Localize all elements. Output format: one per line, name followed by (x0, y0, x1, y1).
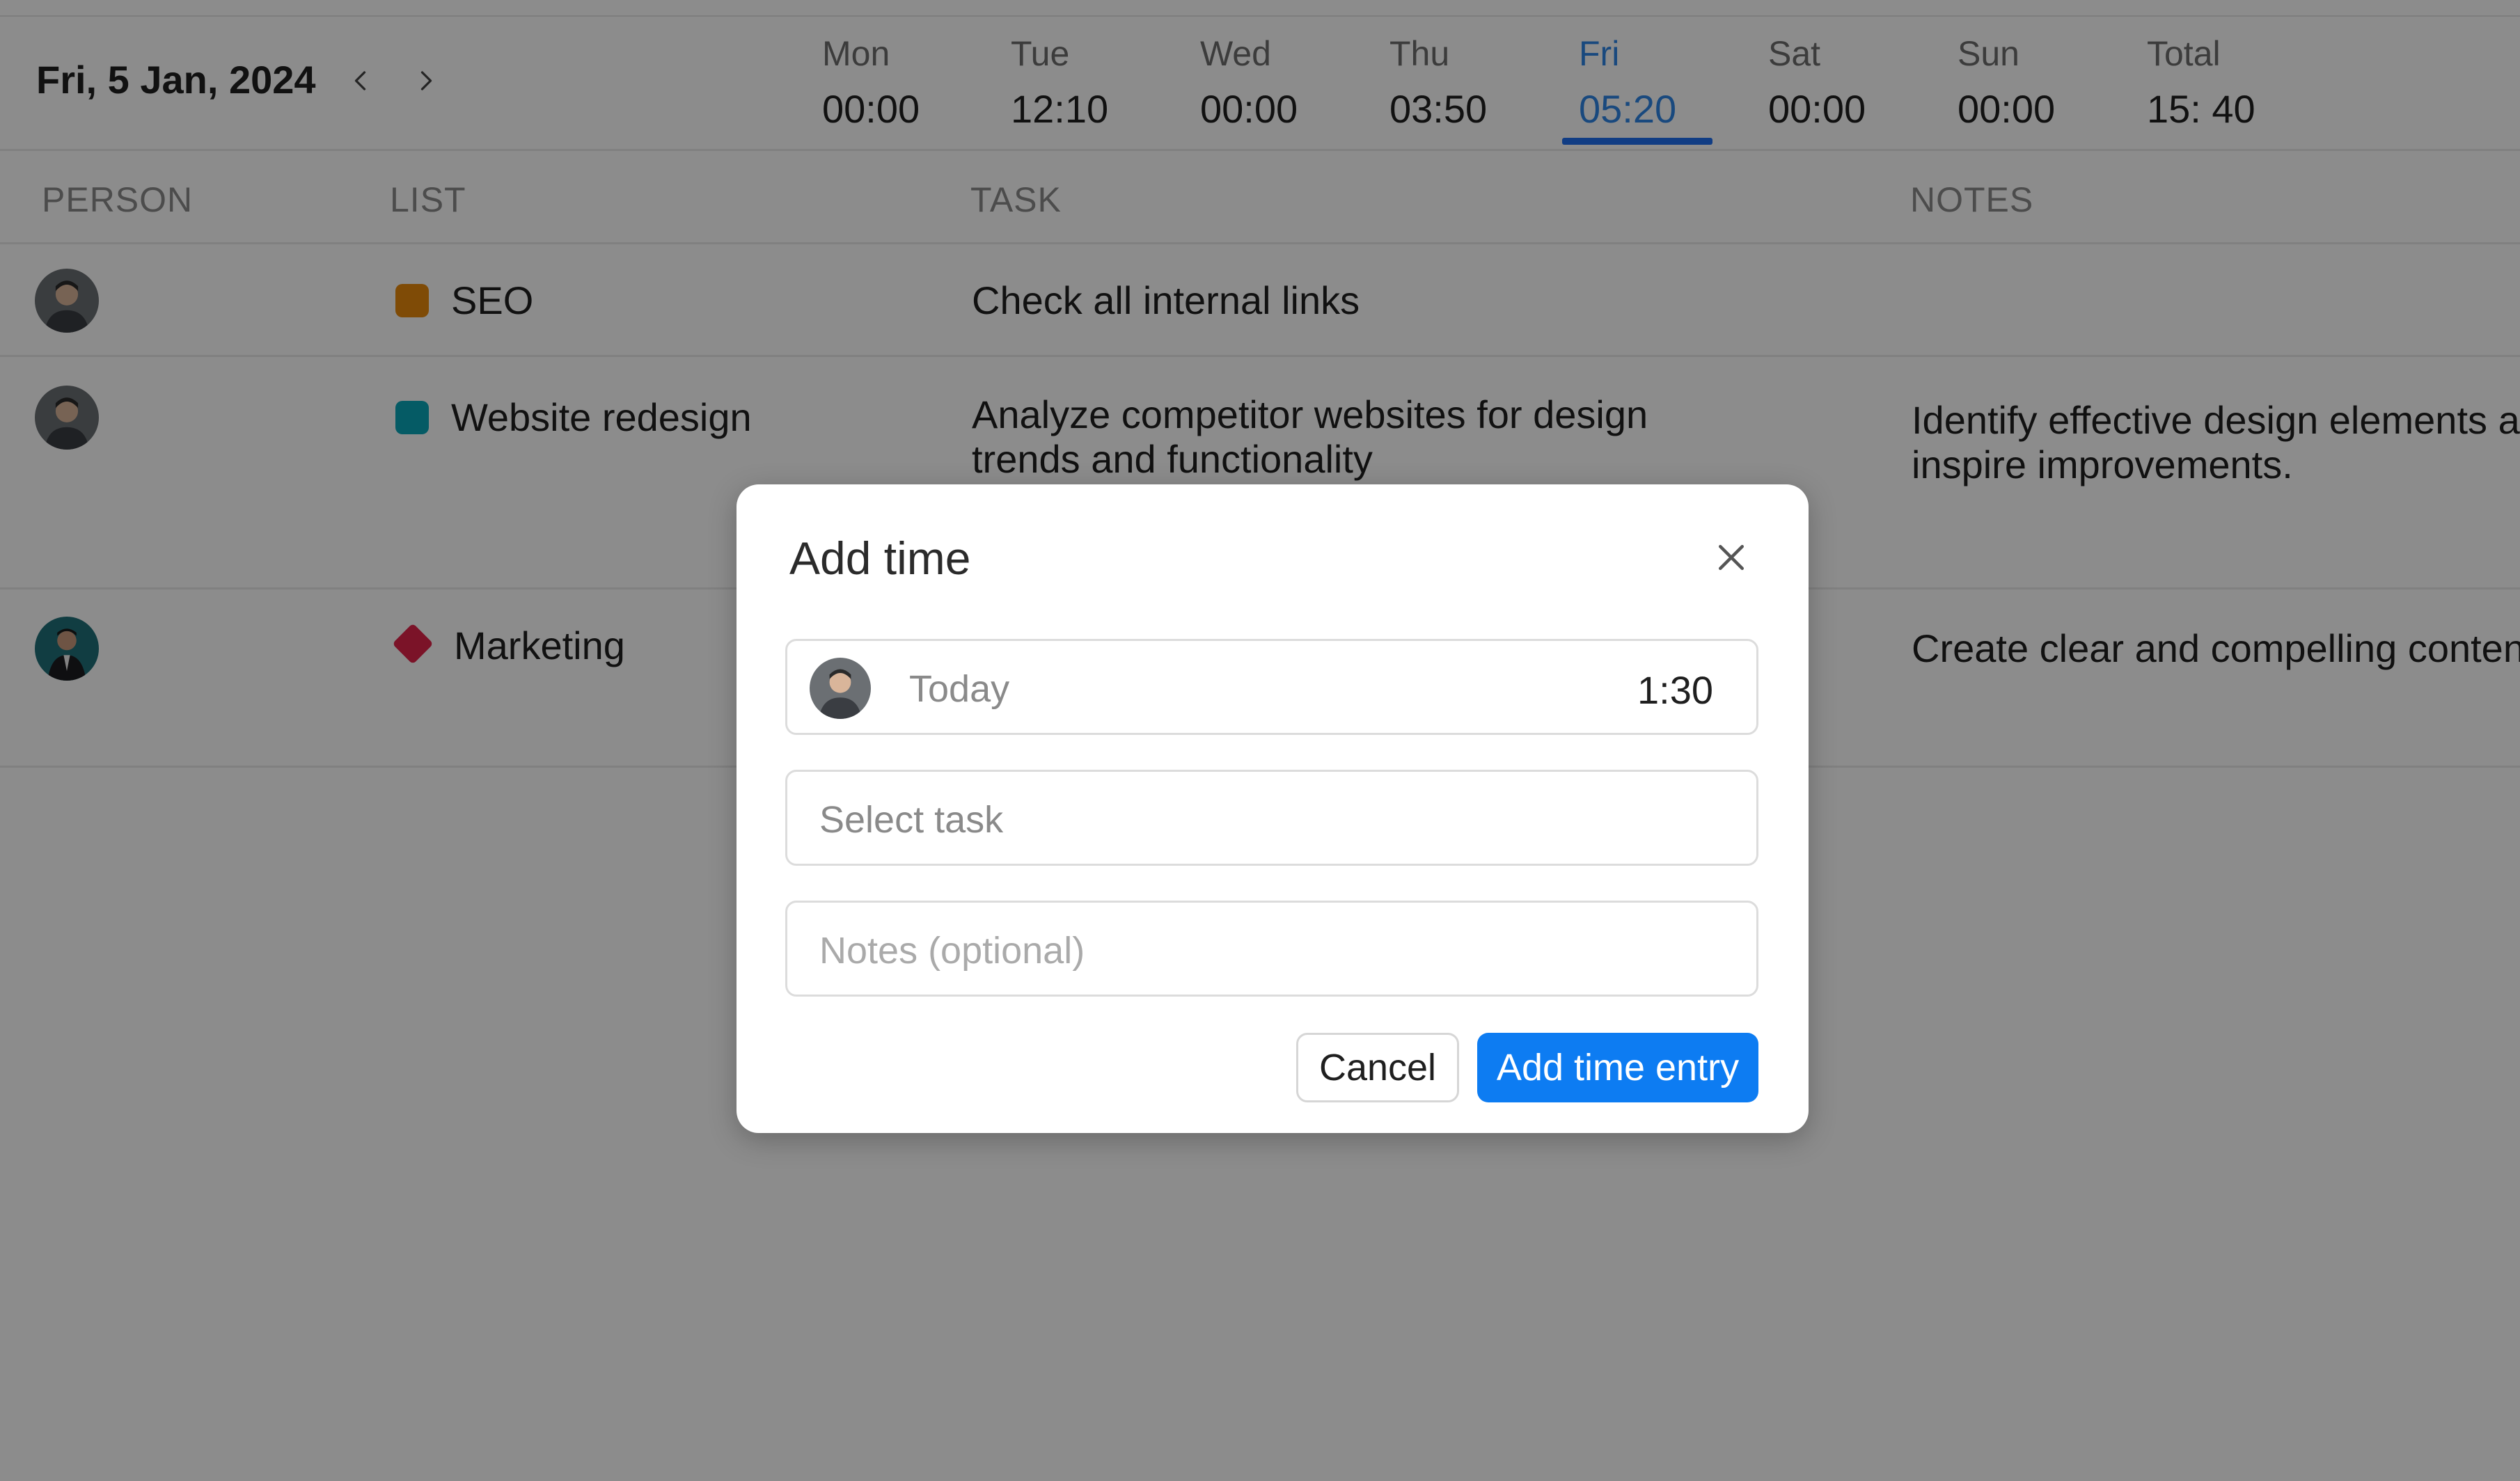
avatar[interactable] (810, 658, 871, 719)
notes-field[interactable]: Notes (optional) (785, 901, 1758, 997)
duration-input[interactable]: 1:30 (1637, 667, 1713, 713)
task-placeholder: Select task (819, 799, 1004, 841)
add-time-entry-button[interactable]: Add time entry (1477, 1033, 1758, 1102)
cancel-button[interactable]: Cancel (1296, 1033, 1459, 1102)
dialog-title: Add time (789, 532, 971, 584)
notes-placeholder: Notes (optional) (819, 930, 1085, 972)
date-picker[interactable]: Today (909, 667, 1009, 711)
close-button[interactable] (1707, 533, 1756, 582)
user-date-duration-field[interactable]: Today 1:30 (785, 639, 1758, 735)
select-task-field[interactable]: Select task (785, 770, 1758, 866)
add-time-dialog: Add time Today 1:30 Select task Notes (o… (737, 484, 1809, 1133)
close-icon (1719, 545, 1744, 570)
